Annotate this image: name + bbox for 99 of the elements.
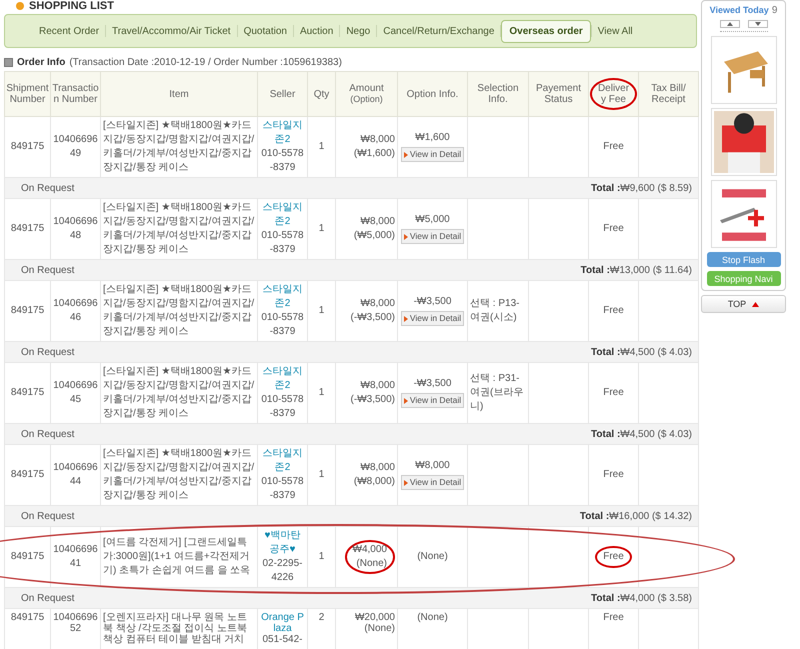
title-bullet-icon	[16, 2, 24, 10]
tab[interactable]: Recent Order	[33, 26, 106, 36]
tab[interactable]: Travel/Accommo/Air Ticket	[106, 26, 237, 36]
column-header: Item	[100, 72, 258, 116]
column-header: Selection Info.	[468, 72, 528, 116]
item-name: [스타일지존] ★택배1800원★카드지갑/동장지갑/명함지갑/여권지갑/키홀더/가계부/여성반지갑/중지갑장지갑/통장 케이스	[103, 447, 255, 503]
view-detail-button[interactable]: View in Detail	[400, 393, 464, 408]
caret-icon	[404, 316, 408, 322]
seller-phone: 010-5578-8379	[260, 311, 305, 339]
option-info: ₩5,000	[414, 213, 451, 228]
tab[interactable]: Auction	[294, 26, 340, 36]
amount-text: ₩8,000 (₩8,000)	[354, 461, 395, 489]
order-status: On Request	[21, 510, 74, 522]
page-title: SHOPPING LIST	[29, 0, 114, 12]
column-header: Seller	[258, 72, 308, 116]
column-header: Shipment Number	[4, 72, 50, 116]
order-total: Total :₩4,500 ($ 4.03)	[591, 346, 692, 358]
item-name: [스타일지존] ★택배1800원★카드지갑/동장지갑/명함지갑/여권지갑/키홀더/가계부/여성반지갑/중지갑장지갑/통장 케이스	[103, 201, 255, 257]
scroll-up-button[interactable]	[720, 20, 740, 28]
option-info: -₩3,500	[412, 295, 452, 310]
caret-icon	[404, 398, 408, 404]
amount-text: ₩8,000 (-₩3,500)	[350, 379, 395, 407]
view-detail-button[interactable]: View in Detail	[400, 229, 464, 244]
seller-phone: 051-542-	[261, 634, 304, 645]
amount-text: ₩20,000 (None)	[354, 612, 395, 634]
amount-text: ₩8,000 (₩5,000)	[354, 215, 395, 243]
tab[interactable]: Cancel/Return/Exchange	[377, 26, 500, 36]
order-status: On Request	[21, 346, 74, 358]
delivery-fee: Free	[603, 304, 624, 318]
seller-link[interactable]: 스타일지존2	[260, 119, 305, 147]
scroll-down-button[interactable]	[748, 20, 768, 28]
seller-phone: 010-5578-8379	[260, 475, 305, 503]
viewed-count: 9	[772, 5, 778, 16]
option-info: ₩1,600	[414, 131, 451, 146]
delivery-fee: Free	[603, 386, 624, 400]
order-total: Total :₩4,500 ($ 4.03)	[591, 428, 692, 440]
order-status: On Request	[21, 264, 74, 276]
selection-info: 선택 : P13-여권(시소)	[470, 297, 520, 325]
order-status: On Request	[21, 428, 74, 440]
top-button[interactable]: TOP	[701, 295, 786, 313]
order-status: On Request	[21, 182, 74, 194]
order-info-detail: (Transaction Date :2010-12-19 / Order Number :1059619383)	[69, 57, 342, 68]
seller-phone: 010-5578-8379	[260, 147, 305, 175]
tab[interactable]: Nego	[340, 26, 376, 36]
item-name: [스타일지존] ★택배1800원★카드지갑/동장지갑/명함지갑/여권지갑/키홀더/가계부/여성반지갑/중지갑장지갑/통장 케이스	[103, 365, 255, 421]
delivery-fee: Free	[603, 140, 624, 154]
tab[interactable]: Overseas order	[501, 20, 591, 42]
seller-phone: 010-5578-8379	[260, 393, 305, 421]
seller-link[interactable]: ♥백마탄공주♥	[260, 529, 305, 557]
selection-info: 선택 : P31-여권(브라우니)	[470, 372, 524, 414]
order-total: Total :₩9,600 ($ 8.59)	[591, 182, 692, 194]
amount-text: ₩4,000 (None)	[344, 540, 395, 574]
viewed-today-title: Viewed Today	[710, 5, 769, 15]
delivery-fee: Free	[603, 222, 624, 236]
item-name: [스타일지존] ★택배1800원★카드지갑/동장지갑/명함지갑/여권지갑/키홀더/가계부/여성반지갑/중지갑장지갑/통장 케이스	[103, 119, 255, 175]
seller-link[interactable]: 스타일지존2	[260, 283, 305, 311]
order-total: Total :₩4,000 ($ 3.58)	[591, 592, 692, 604]
up-triangle-icon	[752, 302, 760, 306]
caret-icon	[404, 234, 408, 240]
delivery-fee: Free	[603, 612, 624, 623]
column-header: Payement Status	[528, 72, 588, 116]
column-header: Qty	[308, 72, 336, 116]
view-detail-button[interactable]: View in Detail	[400, 475, 464, 490]
up-triangle-icon	[726, 22, 732, 26]
caret-icon	[404, 480, 408, 486]
down-triangle-icon	[754, 22, 760, 26]
item-name: [스타일지존] ★택배1800원★카드지갑/동장지갑/명함지갑/여권지갑/키홀더/가계부/여성반지갑/중지갑장지갑/통장 케이스	[103, 283, 255, 339]
view-detail-button[interactable]: View in Detail	[400, 311, 464, 326]
option-info: (None)	[416, 612, 449, 623]
item-name: [오렌지프라자] 대나무 원목 노트북 책상 /각도조절 접이식 노트북 책상 컴퓨터 테이블 받침대 거치	[103, 612, 248, 645]
delivery-fee: Free	[595, 546, 632, 568]
column-header: Option Info.	[398, 72, 468, 116]
option-info: (None)	[416, 550, 449, 564]
column-header: Transaction Number	[50, 72, 100, 116]
order-status: On Request	[21, 592, 74, 604]
amount-text: ₩8,000 (-₩3,500)	[350, 297, 395, 325]
order-info-label: Order Info	[17, 57, 66, 68]
seller-phone: 02-2295-4226	[261, 557, 304, 585]
seller-phone: 010-5578-8379	[260, 229, 305, 257]
seller-link[interactable]: 스타일지존2	[260, 201, 305, 229]
amount-text: ₩8,000 (₩1,600)	[354, 133, 395, 161]
table-cell: 849175	[4, 608, 50, 649]
tab[interactable]: View All	[592, 26, 639, 36]
order-total: Total :₩13,000 ($ 11.64)	[580, 264, 692, 276]
seller-link[interactable]: 스타일지존2	[260, 447, 305, 475]
column-header: Tax Bill/ Receipt	[638, 72, 698, 116]
seller-link[interactable]: 스타일지존2	[260, 365, 305, 393]
seller-link[interactable]: Orange Plaza	[260, 612, 305, 634]
option-info: ₩8,000	[414, 459, 451, 474]
view-detail-button[interactable]: View in Detail	[400, 147, 464, 162]
column-header: Amount (Option)	[336, 72, 398, 116]
item-name: [여드름 각전제거] [그랜드세일특가:3000원](1+1 여드름+각전제거기) 초특가 손쉽게 여드름 을 쏘옥	[103, 536, 252, 578]
delivery-fee: Free	[603, 468, 624, 482]
column-header: Delivery Fee	[588, 72, 638, 116]
caret-icon	[404, 152, 408, 158]
square-bullet-icon	[4, 58, 13, 67]
order-total: Total :₩16,000 ($ 14.32)	[580, 510, 692, 522]
option-info: -₩3,500	[412, 377, 452, 392]
tab[interactable]: Quotation	[238, 26, 293, 36]
